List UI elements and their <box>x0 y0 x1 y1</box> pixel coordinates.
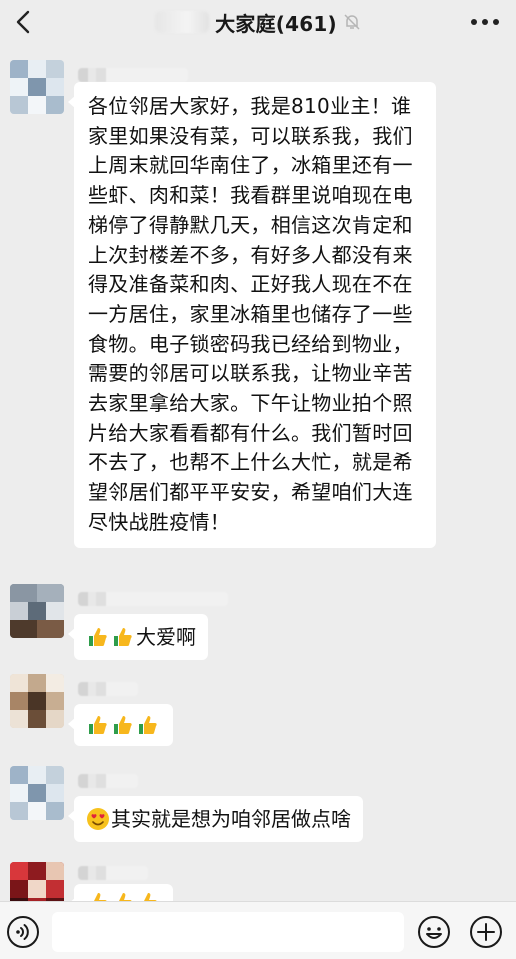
thumbs-up-icon <box>86 713 110 737</box>
sender-name-redacted <box>78 682 138 696</box>
sender-name-redacted <box>78 866 148 880</box>
redacted-title-prefix <box>155 11 210 33</box>
thumbs-up-icon <box>111 625 135 649</box>
back-arrow-icon[interactable] <box>10 8 38 36</box>
plus-icon[interactable] <box>468 914 504 950</box>
emoji-button-icon[interactable] <box>416 914 452 950</box>
chat-title-group[interactable]: 大家庭(461) <box>155 8 361 37</box>
message-text: 各位邻居大家好，我是810业主！谁家里如果没有菜，可以联系我，我们上周末就回华南… <box>88 94 413 534</box>
message-input[interactable] <box>52 912 404 952</box>
chat-header: 大家庭(461) <box>0 0 516 44</box>
thumbs-up-icon <box>86 625 110 649</box>
message-item <box>0 674 516 754</box>
message-text: 其实就是想为咱邻居做点啥 <box>111 807 351 831</box>
chat-title: 大家庭(461) <box>215 11 337 36</box>
heart-eyes-icon <box>86 807 110 831</box>
voice-icon[interactable] <box>6 915 40 949</box>
message-item: 大爱啊 <box>0 584 516 664</box>
avatar[interactable] <box>10 674 64 728</box>
input-bar <box>0 901 516 959</box>
sender-name-redacted <box>78 68 188 82</box>
message-bubble[interactable]: 各位邻居大家好，我是810业主！谁家里如果没有菜，可以联系我，我们上周末就回华南… <box>68 82 436 548</box>
message-bubble[interactable]: 大爱啊 <box>68 614 208 660</box>
message-bubble[interactable]: 其实就是想为咱邻居做点啥 <box>68 796 363 842</box>
avatar[interactable] <box>10 60 64 114</box>
message-item: 各位邻居大家好，我是810业主！谁家里如果没有菜，可以联系我，我们上周末就回华南… <box>0 58 516 568</box>
avatar[interactable] <box>10 584 64 638</box>
thumbs-up-icon <box>111 713 135 737</box>
thumbs-up-icon <box>136 713 160 737</box>
sender-name-redacted <box>78 592 228 606</box>
message-item <box>0 862 516 923</box>
message-bubble[interactable] <box>68 704 173 746</box>
more-dots-icon[interactable] <box>468 8 502 36</box>
sender-name-redacted <box>78 774 138 788</box>
message-item: 其实就是想为咱邻居做点啥 <box>0 766 516 846</box>
avatar[interactable] <box>10 766 64 820</box>
mute-bell-icon <box>343 13 361 31</box>
message-text: 大爱啊 <box>136 625 196 649</box>
